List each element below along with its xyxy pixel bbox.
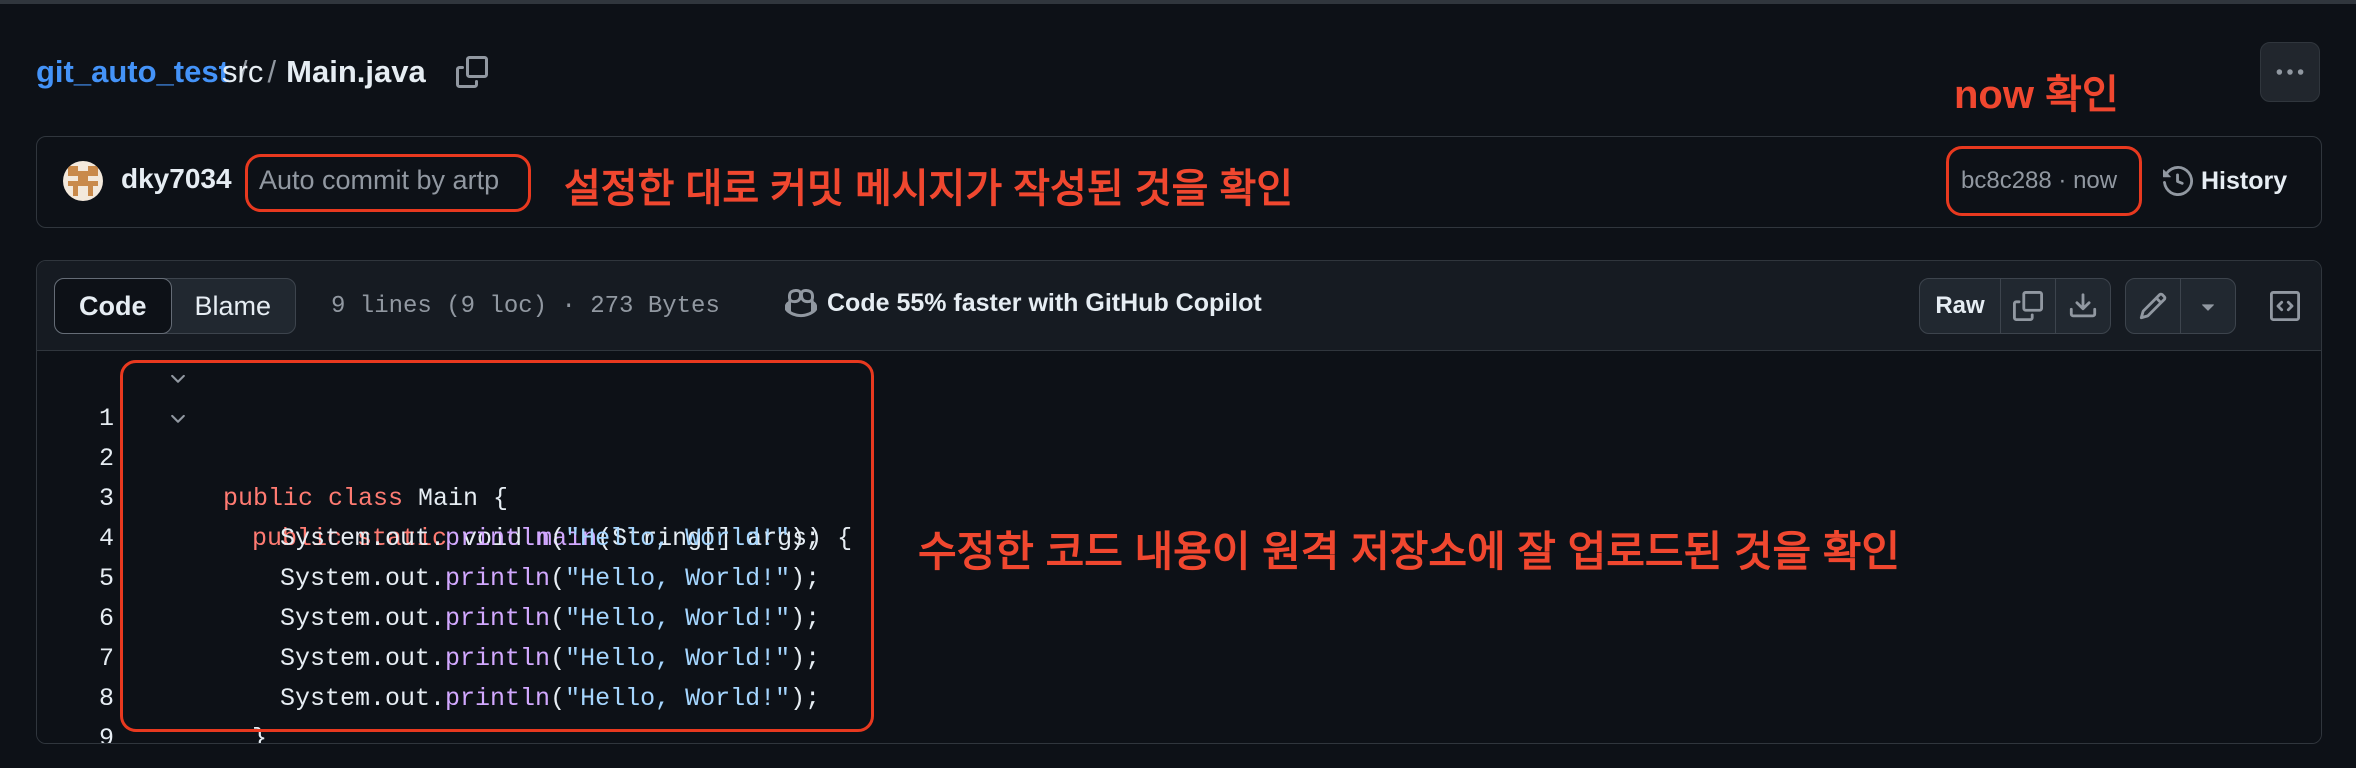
breadcrumb-repo-link[interactable]: git_auto_test <box>36 54 229 90</box>
edit-options-dropdown[interactable] <box>2181 279 2235 333</box>
highlight-box-sha-time <box>1946 146 2142 216</box>
tab-blame[interactable]: Blame <box>171 279 296 333</box>
copy-icon <box>2013 291 2043 321</box>
download-icon <box>2069 293 2097 318</box>
pencil-icon <box>2139 292 2167 320</box>
commit-author[interactable]: dky7034 <box>121 163 232 195</box>
edit-file-button[interactable] <box>2126 279 2181 333</box>
annotation-now: now 확인 <box>1954 73 2119 117</box>
top-border <box>0 0 2356 4</box>
history-icon <box>2163 166 2193 196</box>
file-actions-group: Raw <box>1919 278 2111 334</box>
highlight-box-commit-message <box>245 154 531 212</box>
copilot-promo-link[interactable]: Code 55% faster with GitHub Copilot <box>785 287 1262 319</box>
download-button[interactable] <box>2056 279 2110 333</box>
annotation-commit-message: 설정한 대로 커밋 메시지가 작성된 것을 확인 <box>564 167 1294 211</box>
copy-path-icon[interactable] <box>454 54 490 90</box>
kebab-horizontal-icon <box>2276 69 2304 75</box>
copilot-label: Code 55% faster with GitHub Copilot <box>827 288 1262 317</box>
code-square-icon <box>2270 291 2300 321</box>
annotation-code-upload: 수정한 코드 내용이 원격 저장소에 잘 업로드된 것을 확인 <box>918 528 1901 575</box>
breadcrumb-dir-link[interactable]: src <box>222 54 263 90</box>
highlight-box-code <box>120 360 874 732</box>
file-header: Code Blame 9 lines (9 loc) · 273 Bytes C… <box>37 261 2321 351</box>
tab-code[interactable]: Code <box>54 278 172 334</box>
copy-raw-button[interactable] <box>2001 279 2056 333</box>
breadcrumb-current-file: Main.java <box>286 54 426 89</box>
more-options-button[interactable] <box>2260 42 2320 102</box>
history-label: History <box>2201 166 2288 195</box>
edit-actions-group <box>2125 278 2236 334</box>
raw-button[interactable]: Raw <box>1920 279 2001 333</box>
file-info: 9 lines (9 loc) · 273 Bytes <box>331 293 720 320</box>
symbols-panel-button[interactable] <box>2257 278 2313 334</box>
avatar[interactable] <box>63 161 103 201</box>
triangle-down-icon <box>2202 304 2214 311</box>
history-button[interactable]: History <box>2163 159 2287 203</box>
copilot-icon <box>785 288 817 318</box>
breadcrumb: git_auto_test / src / Main.java <box>36 52 490 92</box>
breadcrumb-separator: / <box>267 54 277 89</box>
view-mode-toggle: Code Blame <box>54 278 297 334</box>
